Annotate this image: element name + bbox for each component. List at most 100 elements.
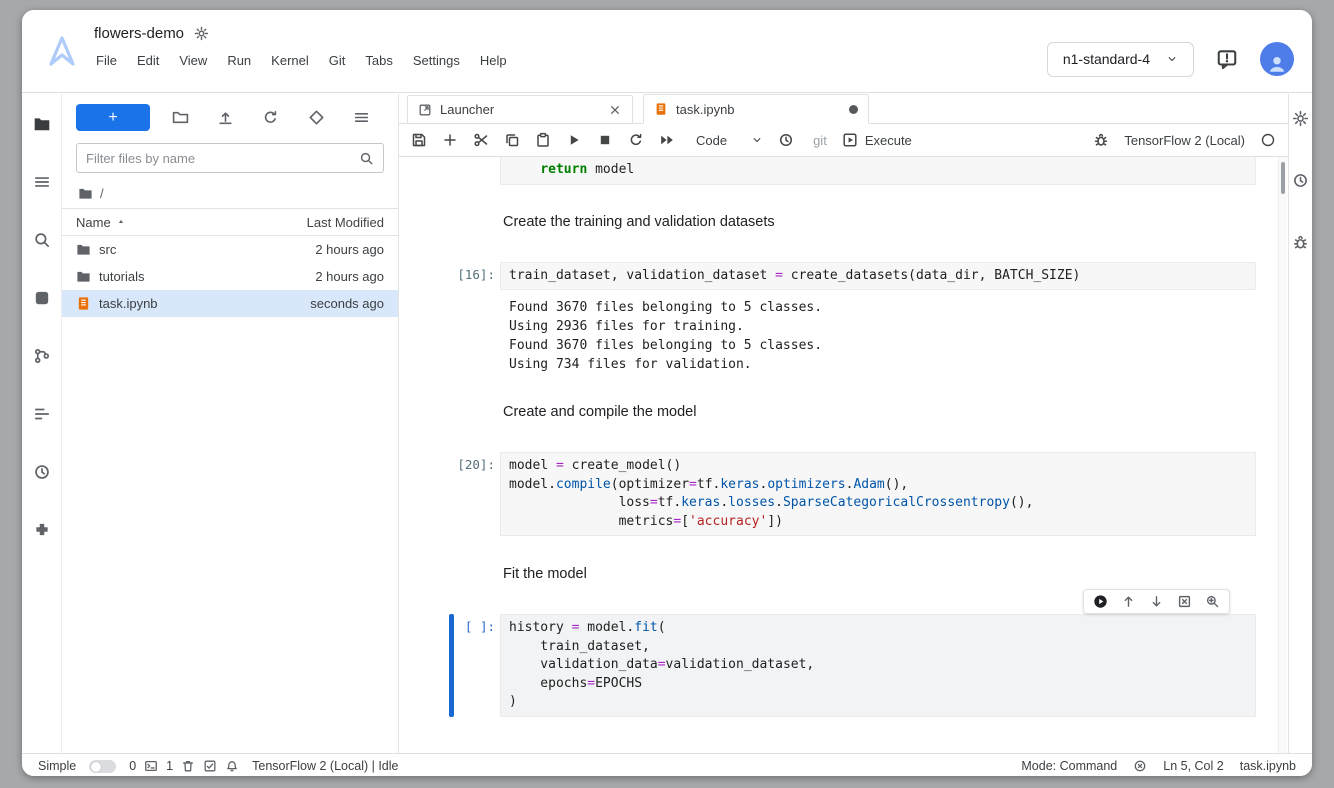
left-activity-bar bbox=[22, 94, 62, 754]
search-icon bbox=[359, 151, 374, 166]
avatar[interactable] bbox=[1260, 42, 1294, 76]
cell-collapser[interactable] bbox=[449, 157, 454, 185]
code-editor[interactable]: train_dataset, validation_dataset = crea… bbox=[500, 262, 1256, 291]
git-label[interactable]: git bbox=[813, 133, 827, 148]
trash-icon[interactable] bbox=[181, 759, 195, 773]
cut-icon[interactable] bbox=[473, 132, 489, 148]
menu-kernel[interactable]: Kernel bbox=[261, 50, 319, 71]
file-name: src bbox=[99, 242, 315, 257]
paste-icon[interactable] bbox=[535, 132, 551, 148]
scrollbar-thumb[interactable] bbox=[1281, 162, 1285, 194]
menu-view[interactable]: View bbox=[169, 50, 217, 71]
move-down-icon[interactable] bbox=[1149, 594, 1164, 609]
cell-collapser[interactable] bbox=[449, 614, 454, 717]
cell-collapser[interactable] bbox=[449, 262, 454, 291]
schedule-clock-icon[interactable] bbox=[778, 132, 794, 148]
title-block: flowers-demo FileEditViewRunKernelGitTab… bbox=[94, 10, 517, 92]
column-header-name[interactable]: Name bbox=[76, 215, 307, 230]
markdown-cell[interactable]: Create the training and validation datas… bbox=[500, 212, 1256, 230]
menu-settings[interactable]: Settings bbox=[403, 50, 470, 71]
refresh-icon[interactable] bbox=[628, 132, 644, 148]
right-sidebar-tab-history[interactable] bbox=[1292, 172, 1309, 194]
sidebar-tab-search[interactable] bbox=[22, 220, 62, 260]
notifications-icon[interactable] bbox=[1133, 759, 1147, 773]
menu-help[interactable]: Help bbox=[470, 50, 517, 71]
cursor-position[interactable]: Ln 5, Col 2 bbox=[1163, 759, 1223, 773]
sidebar-tab-toc[interactable] bbox=[22, 394, 62, 434]
menu-file[interactable]: File bbox=[94, 50, 127, 71]
unsaved-indicator bbox=[849, 105, 858, 114]
person-icon bbox=[1266, 53, 1288, 75]
menu-git[interactable]: Git bbox=[319, 50, 356, 71]
cell-output: Found 3670 files belonging to 5 classes.… bbox=[500, 296, 1256, 374]
menu-tabs[interactable]: Tabs bbox=[355, 50, 402, 71]
copy-icon[interactable] bbox=[504, 132, 520, 148]
run-cell-icon[interactable] bbox=[1093, 594, 1108, 609]
code-cell: [16]:train_dataset, validation_dataset =… bbox=[449, 262, 1256, 375]
save-icon[interactable] bbox=[411, 132, 427, 148]
right-sidebar-tab-gear[interactable] bbox=[1292, 110, 1309, 132]
execution-count: [ ]: bbox=[456, 614, 500, 717]
checkbox-icon[interactable] bbox=[203, 759, 217, 773]
file-modified: seconds ago bbox=[310, 296, 384, 311]
code-editor[interactable]: return model bbox=[500, 157, 1256, 185]
bell-icon[interactable] bbox=[225, 759, 239, 773]
delete-cell-icon[interactable] bbox=[1177, 594, 1192, 609]
list-icon[interactable] bbox=[353, 109, 370, 126]
status-bar: Simple 0 1 TensorFlow 2 (Local) | Idle M… bbox=[22, 753, 1312, 776]
move-up-icon[interactable] bbox=[1121, 594, 1136, 609]
column-header-last-modified[interactable]: Last Modified bbox=[307, 215, 384, 230]
file-row-tutorials[interactable]: tutorials2 hours ago bbox=[62, 263, 398, 290]
markdown-cell[interactable]: Create and compile the model bbox=[500, 402, 1256, 420]
cell-collapser[interactable] bbox=[449, 212, 454, 230]
cell-collapser[interactable] bbox=[449, 564, 454, 582]
simple-mode-toggle[interactable] bbox=[89, 760, 116, 773]
cell-type-select[interactable]: Code bbox=[696, 133, 763, 148]
debugger-bug-icon[interactable] bbox=[1093, 132, 1109, 148]
markdown-cell[interactable]: Fit the model bbox=[500, 564, 1256, 582]
sidebar-tab-history[interactable] bbox=[22, 452, 62, 492]
folder-icon[interactable] bbox=[78, 186, 93, 201]
terminals-kernels-status[interactable]: 0 1 bbox=[129, 759, 239, 773]
machine-type-dropdown[interactable]: n1-standard-4 bbox=[1047, 42, 1194, 77]
file-name: task.ipynb bbox=[99, 296, 310, 311]
kernel-status-text[interactable]: TensorFlow 2 (Local) | Idle bbox=[252, 759, 398, 773]
code-editor[interactable]: model = create_model() model.compile(opt… bbox=[500, 452, 1256, 536]
add-icon[interactable] bbox=[442, 132, 458, 148]
sidebar-tab-list[interactable] bbox=[22, 162, 62, 202]
breadcrumb-root[interactable]: / bbox=[100, 186, 104, 201]
refresh-icon[interactable] bbox=[262, 109, 279, 126]
cell-collapser[interactable] bbox=[449, 402, 454, 420]
file-row-task.ipynb[interactable]: task.ipynbseconds ago bbox=[62, 290, 398, 317]
code-editor[interactable]: history = model.fit( train_dataset, vali… bbox=[500, 614, 1256, 717]
upload-icon[interactable] bbox=[217, 109, 234, 126]
filter-files-input[interactable] bbox=[86, 151, 353, 166]
git-icon bbox=[33, 347, 51, 365]
sidebar-tab-git[interactable] bbox=[22, 336, 62, 376]
tab-launcher[interactable]: Launcher bbox=[407, 95, 633, 123]
cell-type-label: Code bbox=[696, 133, 727, 148]
scrollbar-track[interactable] bbox=[1278, 157, 1287, 754]
file-row-src[interactable]: src2 hours ago bbox=[62, 236, 398, 263]
right-sidebar-tab-bug[interactable] bbox=[1292, 234, 1309, 256]
kernel-idle-circle-icon[interactable] bbox=[1260, 132, 1276, 148]
run-icon[interactable] bbox=[566, 132, 582, 148]
new-folder-icon[interactable] bbox=[172, 109, 189, 126]
execute-button[interactable]: Execute bbox=[842, 132, 912, 148]
sidebar-tab-dark-square[interactable] bbox=[22, 278, 62, 318]
instance-settings-gear-icon[interactable] bbox=[194, 26, 209, 41]
stop-icon[interactable] bbox=[597, 132, 613, 148]
kernel-name[interactable]: TensorFlow 2 (Local) bbox=[1124, 133, 1245, 148]
sidebar-tab-folder[interactable] bbox=[22, 104, 62, 144]
zoom-cell-icon[interactable] bbox=[1205, 594, 1220, 609]
new-launcher-button[interactable]: + bbox=[76, 104, 150, 131]
cell-collapser[interactable] bbox=[449, 452, 454, 536]
clone-icon[interactable] bbox=[308, 109, 325, 126]
close-icon[interactable] bbox=[608, 103, 622, 117]
sidebar-tab-extensions[interactable] bbox=[22, 510, 62, 550]
tab-task-ipynb[interactable]: task.ipynb bbox=[643, 94, 869, 124]
feedback-icon[interactable] bbox=[1216, 48, 1238, 70]
menu-edit[interactable]: Edit bbox=[127, 50, 169, 71]
run-all-icon[interactable] bbox=[659, 132, 675, 148]
menu-run[interactable]: Run bbox=[217, 50, 261, 71]
